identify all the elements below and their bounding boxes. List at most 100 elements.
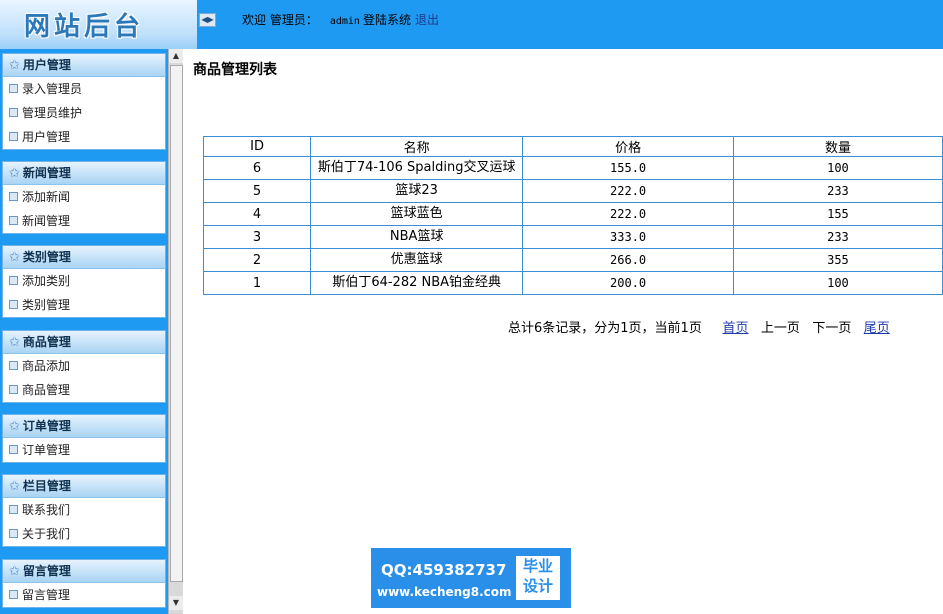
first-page-link[interactable]: 首页 bbox=[723, 321, 749, 336]
last-page-link[interactable]: 尾页 bbox=[864, 321, 890, 336]
sidebar-panel-title: 新闻管理 bbox=[22, 166, 71, 180]
sidebar-panel: ✩ 栏目管理 联系我们 关于我们 bbox=[2, 474, 166, 547]
logout-link[interactable]: 退出 bbox=[415, 13, 439, 27]
sidebar-panel-title: 订单管理 bbox=[22, 419, 71, 433]
sidebar-item-label: 录入管理员 bbox=[22, 82, 83, 96]
table-row: 4 篮球蓝色 222.0 155 bbox=[202, 202, 943, 226]
scroll-down-arrow-icon[interactable]: ▼ bbox=[169, 596, 183, 610]
logo-text: 网站后台 bbox=[24, 12, 145, 42]
table-row: 6 斯伯丁74-106 Spalding交叉运球 155.0 100 bbox=[202, 156, 943, 180]
main-content: 商品管理列表 ID 名称 价格 数量 6 斯伯丁74-106 Spalding交叉… bbox=[183, 49, 943, 614]
sidebar-item-label: 类别管理 bbox=[22, 298, 71, 312]
watermark-banner: QQ:459382737 www.kecheng8.com 毕业 设计 bbox=[371, 548, 571, 608]
sidebar-item-label: 留言管理 bbox=[22, 588, 71, 602]
bullet-square-icon bbox=[9, 276, 18, 285]
sidebar-item[interactable]: 联系我们 bbox=[3, 498, 165, 522]
sidebar-item[interactable]: 管理员维护 bbox=[3, 101, 165, 125]
cell-price: 266.0 bbox=[522, 248, 734, 272]
cell-name: 斯伯丁64-282 NBA铂金经典 bbox=[310, 271, 524, 295]
sidebar-panel: ✩ 订单管理 订单管理 bbox=[2, 414, 166, 463]
cell-quantity: 100 bbox=[732, 271, 943, 295]
bullet-square-icon bbox=[9, 361, 18, 370]
sidebar-item[interactable]: 新闻管理 bbox=[3, 209, 165, 233]
scroll-thumb[interactable] bbox=[170, 65, 183, 582]
bullet-square-icon bbox=[9, 300, 18, 309]
sidebar-item-label: 添加类别 bbox=[22, 274, 71, 288]
bullet-square-icon bbox=[9, 132, 18, 141]
sidebar-panel-header[interactable]: ✩ 栏目管理 bbox=[3, 475, 165, 498]
sidebar-item[interactable]: 添加类别 bbox=[3, 269, 165, 293]
next-page-link[interactable]: 下一页 bbox=[812, 321, 851, 336]
page-title: 商品管理列表 bbox=[193, 62, 277, 78]
sidebar-panel-header[interactable]: ✩ 类别管理 bbox=[3, 246, 165, 269]
sidebar-item[interactable]: 录入管理员 bbox=[3, 77, 165, 101]
cell-price: 222.0 bbox=[522, 202, 734, 226]
sidebar-item[interactable]: 订单管理 bbox=[3, 438, 165, 462]
sidebar-item[interactable]: 类别管理 bbox=[3, 293, 165, 317]
sidebar-panel-title: 用户管理 bbox=[22, 58, 71, 72]
sidebar: ✩ 用户管理 录入管理员 管理员维护 用户管理 ✩ 新闻管理 添加新闻 新闻管理 ✩ 类别管理 添加类… bbox=[0, 49, 168, 614]
sidebar-panel-title: 栏目管理 bbox=[22, 479, 71, 493]
cell-quantity: 355 bbox=[732, 248, 943, 272]
table-row: 2 优惠篮球 266.0 355 bbox=[202, 248, 943, 272]
welcome-message: 欢迎 管理员： admin 登陆系统 退出 bbox=[242, 11, 439, 28]
sidebar-item[interactable]: 商品添加 bbox=[3, 354, 165, 378]
sidebar-panel: ✩ 用户管理 录入管理员 管理员维护 用户管理 bbox=[2, 53, 166, 150]
sidebar-panel-header[interactable]: ✩ 留言管理 bbox=[3, 560, 165, 583]
sidebar-item[interactable]: 添加新闻 bbox=[3, 185, 165, 209]
sidebar-item-label: 商品管理 bbox=[22, 383, 71, 397]
pagination: 总计6条记录，分为1页，当前1页 首页 上一页 下一页 尾页 bbox=[508, 317, 890, 336]
star-icon: ✩ bbox=[9, 479, 20, 494]
sidebar-toggle-icon[interactable]: ◀▶ bbox=[199, 13, 216, 27]
sidebar-panel-header[interactable]: ✩ 新闻管理 bbox=[3, 162, 165, 185]
watermark-badge-line2: 设计 bbox=[522, 577, 553, 595]
sidebar-item[interactable]: 留言管理 bbox=[3, 583, 165, 607]
sidebar-panel-header[interactable]: ✩ 商品管理 bbox=[3, 331, 165, 354]
cell-price: 333.0 bbox=[522, 225, 734, 249]
cell-id: 3 bbox=[202, 225, 312, 249]
sidebar-panel-header[interactable]: ✩ 订单管理 bbox=[3, 415, 165, 438]
sidebar-item-label: 订单管理 bbox=[22, 443, 71, 457]
watermark-qq: QQ:459382737 bbox=[381, 561, 507, 579]
cell-id: 2 bbox=[202, 248, 312, 272]
welcome-label: 欢迎 管理员： bbox=[242, 13, 318, 27]
bullet-square-icon bbox=[9, 216, 18, 225]
star-icon: ✩ bbox=[9, 564, 20, 579]
sidebar-panel: ✩ 留言管理留言管理 bbox=[2, 559, 166, 608]
bullet-square-icon bbox=[9, 505, 18, 514]
sidebar-item[interactable]: 关于我们 bbox=[3, 522, 165, 546]
watermark-url: www.kecheng8.com bbox=[377, 585, 512, 599]
cell-price: 200.0 bbox=[522, 271, 734, 295]
sidebar-scrollbar[interactable]: ▲ ▼ bbox=[168, 49, 183, 614]
cell-id: 5 bbox=[202, 179, 312, 203]
cell-id: 4 bbox=[202, 202, 312, 226]
star-icon: ✩ bbox=[9, 419, 20, 434]
scroll-up-arrow-icon[interactable]: ▲ bbox=[169, 49, 183, 63]
sidebar-item[interactable]: 用户管理 bbox=[3, 125, 165, 149]
sidebar-item-label: 新闻管理 bbox=[22, 214, 71, 228]
prev-page-link[interactable]: 上一页 bbox=[761, 321, 800, 336]
bullet-square-icon bbox=[9, 385, 18, 394]
cell-name: 篮球蓝色 bbox=[310, 202, 524, 226]
table-row: 5 篮球23 222.0 233 bbox=[202, 179, 943, 203]
star-icon: ✩ bbox=[9, 166, 20, 181]
bullet-square-icon bbox=[9, 108, 18, 117]
sidebar-item-label: 用户管理 bbox=[22, 130, 71, 144]
cell-quantity: 233 bbox=[732, 225, 943, 249]
username: admin bbox=[329, 16, 360, 27]
sidebar-panel-title: 商品管理 bbox=[22, 335, 71, 349]
cell-name: 优惠篮球 bbox=[310, 248, 524, 272]
cell-name: 斯伯丁74-106 Spalding交叉运球 bbox=[310, 156, 524, 180]
sidebar-panel-header[interactable]: ✩ 用户管理 bbox=[3, 54, 165, 77]
top-bar: 网站后台 ◀▶ 欢迎 管理员： admin 登陆系统 退出 bbox=[0, 0, 943, 49]
cell-quantity: 100 bbox=[732, 156, 943, 180]
login-system-text: 登陆系统 bbox=[362, 13, 411, 27]
column-header-name: 名称 bbox=[310, 136, 524, 157]
star-icon: ✩ bbox=[9, 250, 20, 265]
sidebar-item[interactable]: 商品管理 bbox=[3, 378, 165, 402]
sidebar-item-label: 添加新闻 bbox=[22, 190, 71, 204]
star-icon: ✩ bbox=[9, 58, 20, 73]
bullet-square-icon bbox=[9, 529, 18, 538]
column-header-price: 价格 bbox=[522, 136, 734, 157]
cell-id: 6 bbox=[202, 156, 312, 180]
